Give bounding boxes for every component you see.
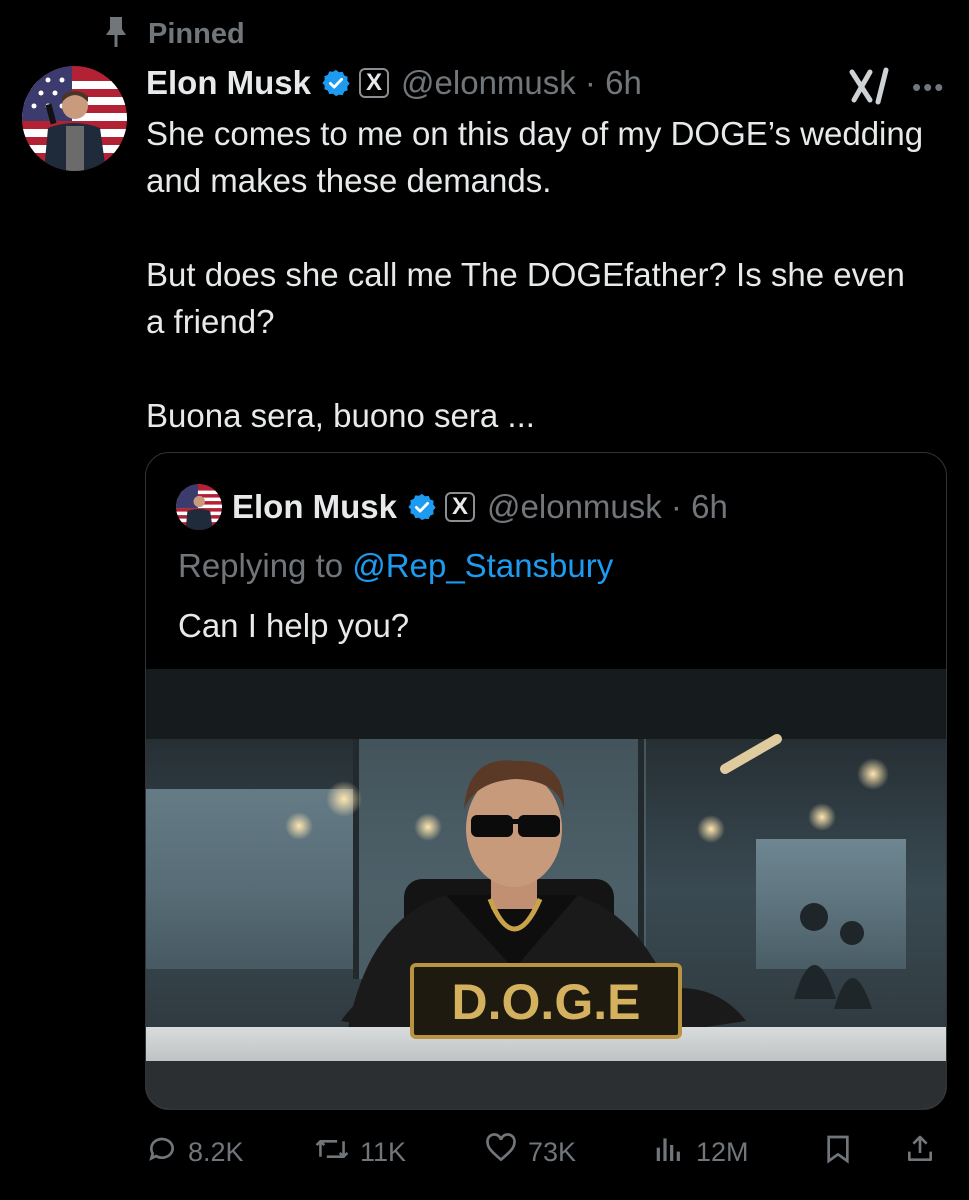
- repost-icon: [314, 1133, 350, 1172]
- doge-sign-text: D.O.G.E: [452, 974, 641, 1030]
- tweet-paragraph: Buona sera, buono sera ...: [146, 397, 535, 434]
- repost-button[interactable]: 11K: [314, 1124, 406, 1180]
- author-name[interactable]: Elon Musk: [146, 64, 311, 102]
- quote-header: Elon Musk X @elonmusk · 6h: [176, 483, 728, 531]
- repost-count: 11K: [360, 1136, 407, 1167]
- pinned-indicator: Pinned: [104, 14, 245, 54]
- like-count: 73K: [528, 1136, 577, 1167]
- mention-link[interactable]: @Rep_Stansbury: [352, 547, 613, 584]
- share-button[interactable]: [904, 1124, 936, 1180]
- action-bar: 8.2K 11K 73K 12M: [0, 1124, 969, 1180]
- verified-icon[interactable]: [407, 492, 437, 522]
- like-icon: [484, 1132, 518, 1172]
- pin-icon: [104, 15, 128, 54]
- like-button[interactable]: 73K: [484, 1124, 576, 1180]
- tweet-body: She comes to me on this day of my DOGE’s…: [146, 110, 926, 486]
- quote-image[interactable]: D.O.G.E: [146, 669, 946, 1109]
- verified-icon[interactable]: [321, 68, 351, 98]
- tweet-paragraph: But does she call me The DOGEfather? Is …: [146, 256, 905, 340]
- quoted-tweet[interactable]: Elon Musk X @elonmusk · 6h Replying to @…: [145, 452, 947, 1110]
- quote-avatar[interactable]: [176, 484, 222, 530]
- x-badge-icon[interactable]: X: [445, 492, 476, 522]
- quote-author-name[interactable]: Elon Musk: [232, 488, 397, 526]
- grok-icon[interactable]: [848, 66, 892, 111]
- reply-count: 8.2K: [188, 1136, 244, 1167]
- replying-prefix: Replying to: [178, 547, 344, 584]
- share-icon: [904, 1132, 936, 1173]
- tweet-header: Elon Musk X @elonmusk · 6h: [146, 60, 946, 106]
- pinned-label: Pinned: [148, 17, 245, 50]
- views-button[interactable]: 12M: [652, 1124, 749, 1180]
- replying-to: Replying to @Rep_Stansbury: [178, 547, 613, 585]
- author-avatar[interactable]: [22, 66, 127, 171]
- reply-button[interactable]: 8.2K: [146, 1124, 244, 1180]
- bookmark-icon: [822, 1132, 854, 1173]
- reply-icon: [146, 1133, 178, 1172]
- handle-and-time[interactable]: @elonmusk · 6h: [401, 64, 642, 102]
- views-count: 12M: [696, 1136, 749, 1167]
- bookmark-button[interactable]: [822, 1124, 854, 1180]
- x-badge-icon[interactable]: X: [359, 68, 390, 98]
- views-icon: [652, 1133, 686, 1172]
- more-icon[interactable]: •••: [912, 72, 945, 103]
- quote-handle-and-time[interactable]: @elonmusk · 6h: [487, 488, 728, 526]
- quote-text: Can I help you?: [178, 607, 410, 644]
- tweet-paragraph: She comes to me on this day of my DOGE’s…: [146, 115, 924, 199]
